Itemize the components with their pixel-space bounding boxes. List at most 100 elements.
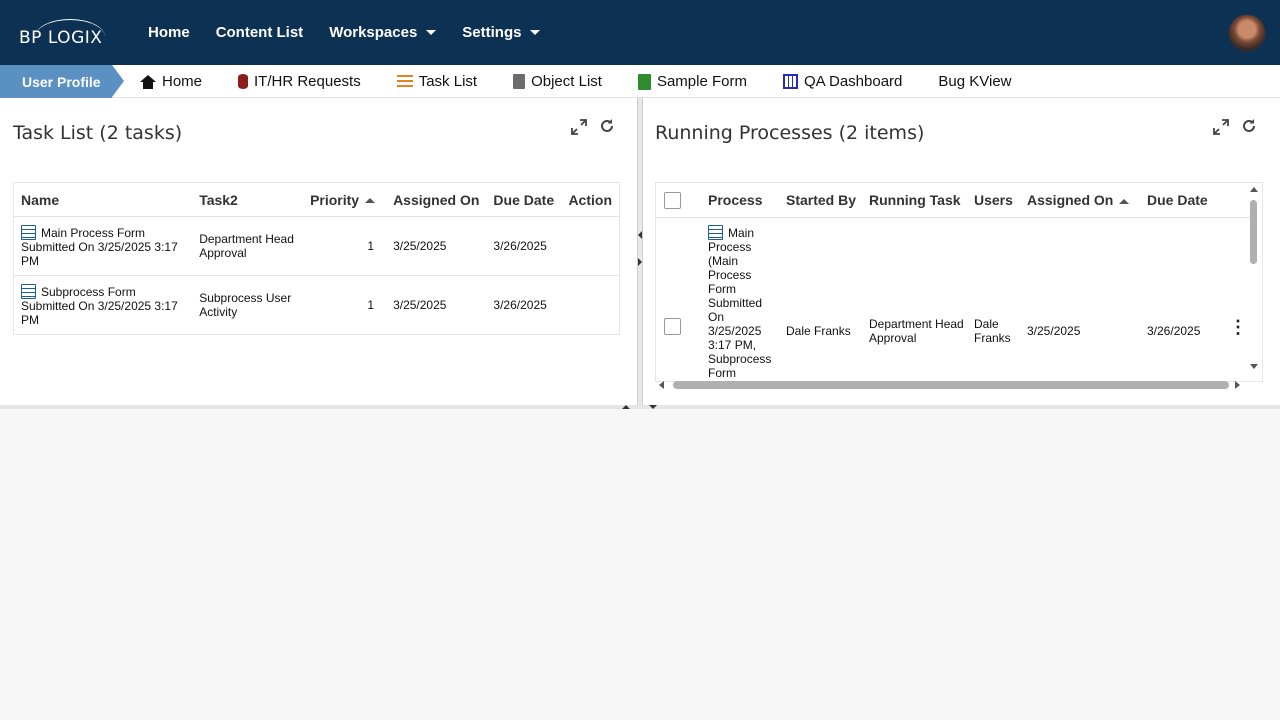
- vertical-scrollbar[interactable]: [1248, 187, 1260, 375]
- chevron-down-icon: [426, 30, 437, 35]
- tab-qa-dashboard[interactable]: QA Dashboard: [782, 73, 903, 90]
- task-name-cell[interactable]: Subprocess Form Submitted On 3/25/2025 3…: [14, 276, 193, 335]
- nav-content-list[interactable]: Content List: [216, 24, 304, 41]
- running-processes-header-row: Process Started By Running Task Users As…: [656, 183, 1252, 217]
- horizontal-scrollbar[interactable]: [657, 378, 1241, 392]
- due-date-cell: 3/26/2025: [1147, 323, 1201, 338]
- collapse-left-icon[interactable]: [638, 231, 642, 239]
- nav-home-label: Home: [148, 24, 190, 41]
- column-header-task2[interactable]: Task2: [192, 183, 303, 217]
- running-processes-table: Process Started By Running Task Users As…: [656, 183, 1252, 381]
- column-header-name[interactable]: Name: [14, 183, 193, 217]
- tab-bug-kview[interactable]: Bug KView: [938, 73, 1011, 90]
- home-icon: [140, 74, 156, 89]
- action-cell[interactable]: [561, 276, 619, 335]
- collapse-down-icon[interactable]: [649, 405, 657, 409]
- task-cell: Department Head Approval: [199, 232, 294, 260]
- started-by-cell: Dale Franks: [786, 323, 851, 338]
- task-name-link[interactable]: Main Process Form Submitted On 3/25/2025…: [21, 226, 178, 268]
- task-list-title: Task List (2 tasks): [13, 122, 183, 144]
- select-all-checkbox[interactable]: [664, 191, 681, 209]
- tab-sample-form[interactable]: Sample Form: [637, 73, 747, 90]
- process-cell[interactable]: Main Process (Main Process Form Submitte…: [700, 217, 778, 381]
- table-row[interactable]: Subprocess Form Submitted On 3/25/2025 3…: [13, 276, 620, 335]
- expand-icon[interactable]: [570, 118, 588, 136]
- workspace-tab-bar: User Profile Home IT/HR Requests Task Li…: [0, 65, 1280, 98]
- vertical-scroll-thumb[interactable]: [1250, 200, 1257, 264]
- nav-workspaces[interactable]: Workspaces: [329, 24, 437, 41]
- nav-settings-label: Settings: [462, 24, 522, 41]
- scroll-up-icon[interactable]: [1250, 187, 1258, 192]
- table-row[interactable]: Main Process Form Submitted On 3/25/2025…: [13, 217, 620, 276]
- tab-object-list[interactable]: Object List: [513, 73, 602, 90]
- priority-header-label: Priority: [310, 191, 360, 208]
- task-name-link[interactable]: Subprocess Form Submitted On 3/25/2025 3…: [21, 285, 178, 327]
- assigned-on-cell: 3/25/2025: [393, 239, 447, 253]
- task-list-header-row: Name Task2 Priority Assigned On Due Date…: [13, 183, 620, 217]
- tab-bug-kview-label: Bug KView: [938, 73, 1012, 90]
- table-row[interactable]: Main Process (Main Process Form Submitte…: [656, 217, 1252, 381]
- form-icon: [708, 224, 723, 240]
- scroll-left-icon[interactable]: [659, 381, 664, 389]
- task-list-panel: Task List (2 tasks) Name Task2 Priority …: [0, 98, 637, 405]
- form-icon: [21, 283, 36, 299]
- column-header-users[interactable]: Users: [966, 183, 1019, 217]
- tab-qa-dashboard-label: QA Dashboard: [803, 73, 903, 90]
- scroll-right-icon[interactable]: [1235, 381, 1240, 389]
- task-name-cell[interactable]: Main Process Form Submitted On 3/25/2025…: [14, 217, 193, 276]
- column-header-process[interactable]: Process: [700, 183, 778, 217]
- column-header-assigned-on[interactable]: Assigned On: [1019, 183, 1139, 217]
- nav-content-list-label: Content List: [215, 24, 304, 41]
- collapse-right-icon[interactable]: [638, 258, 642, 266]
- row-checkbox[interactable]: [664, 317, 681, 335]
- tab-it-hr-requests[interactable]: IT/HR Requests: [238, 73, 361, 90]
- column-header-action[interactable]: Action: [561, 183, 619, 217]
- assigned-on-cell: 3/25/2025: [1027, 323, 1081, 338]
- tab-home[interactable]: Home: [140, 73, 202, 90]
- sort-ascending-icon: [365, 198, 376, 204]
- tab-sample-form-label: Sample Form: [656, 73, 747, 90]
- column-header-due-date[interactable]: Due Date: [1139, 183, 1221, 217]
- chevron-down-icon: [530, 30, 541, 35]
- users-cell: Dale Franks: [974, 316, 1011, 345]
- tab-it-hr-requests-label: IT/HR Requests: [254, 73, 361, 90]
- refresh-icon[interactable]: [598, 118, 616, 136]
- action-cell[interactable]: [561, 217, 619, 276]
- task-cell: Subprocess User Activity: [199, 291, 292, 319]
- column-header-running-task[interactable]: Running Task: [861, 183, 966, 217]
- running-processes-title: Running Processes (2 items): [655, 122, 925, 144]
- horizontal-splitter[interactable]: [0, 405, 1280, 409]
- bp-logix-logo[interactable]: BP LOGIX: [19, 18, 109, 48]
- running-task-cell: Department Head Approval: [869, 316, 964, 345]
- assigned-on-cell: 3/25/2025: [393, 298, 447, 312]
- nav-home[interactable]: Home: [148, 24, 190, 41]
- tab-user-profile[interactable]: User Profile: [0, 65, 124, 98]
- horizontal-scroll-thumb[interactable]: [673, 381, 1229, 389]
- expand-icon[interactable]: [1212, 118, 1230, 136]
- refresh-icon[interactable]: [1240, 118, 1258, 136]
- more-options-icon[interactable]: ⋮: [1229, 317, 1247, 337]
- task-list-icon: [396, 75, 413, 88]
- tab-task-list-label: Task List: [418, 73, 478, 90]
- user-avatar[interactable]: [1228, 14, 1266, 52]
- tab-task-list[interactable]: Task List: [396, 73, 478, 90]
- task-list-table: Name Task2 Priority Assigned On Due Date…: [13, 182, 620, 335]
- select-all-header: [656, 183, 700, 217]
- scroll-down-icon[interactable]: [1250, 364, 1258, 369]
- process-link[interactable]: Main Process (Main Process Form Submitte…: [708, 226, 771, 380]
- column-header-started-by[interactable]: Started By: [778, 183, 861, 217]
- column-header-due-date[interactable]: Due Date: [486, 183, 561, 217]
- row-select-cell: [656, 217, 700, 381]
- running-processes-grid: Process Started By Running Task Users As…: [655, 182, 1263, 382]
- column-header-priority[interactable]: Priority: [303, 183, 386, 217]
- nav-workspaces-label: Workspaces: [329, 24, 418, 41]
- tab-list: Home IT/HR Requests Task List Object Lis…: [140, 65, 1048, 98]
- sort-ascending-icon: [1119, 198, 1130, 204]
- due-date-cell: 3/26/2025: [493, 239, 547, 253]
- form-icon: [637, 73, 651, 90]
- nav-settings[interactable]: Settings: [462, 24, 541, 41]
- column-header-assigned-on[interactable]: Assigned On: [386, 183, 486, 217]
- active-tab-arrow: [112, 65, 124, 97]
- collapse-up-icon[interactable]: [622, 405, 630, 409]
- tab-home-label: Home: [162, 73, 203, 90]
